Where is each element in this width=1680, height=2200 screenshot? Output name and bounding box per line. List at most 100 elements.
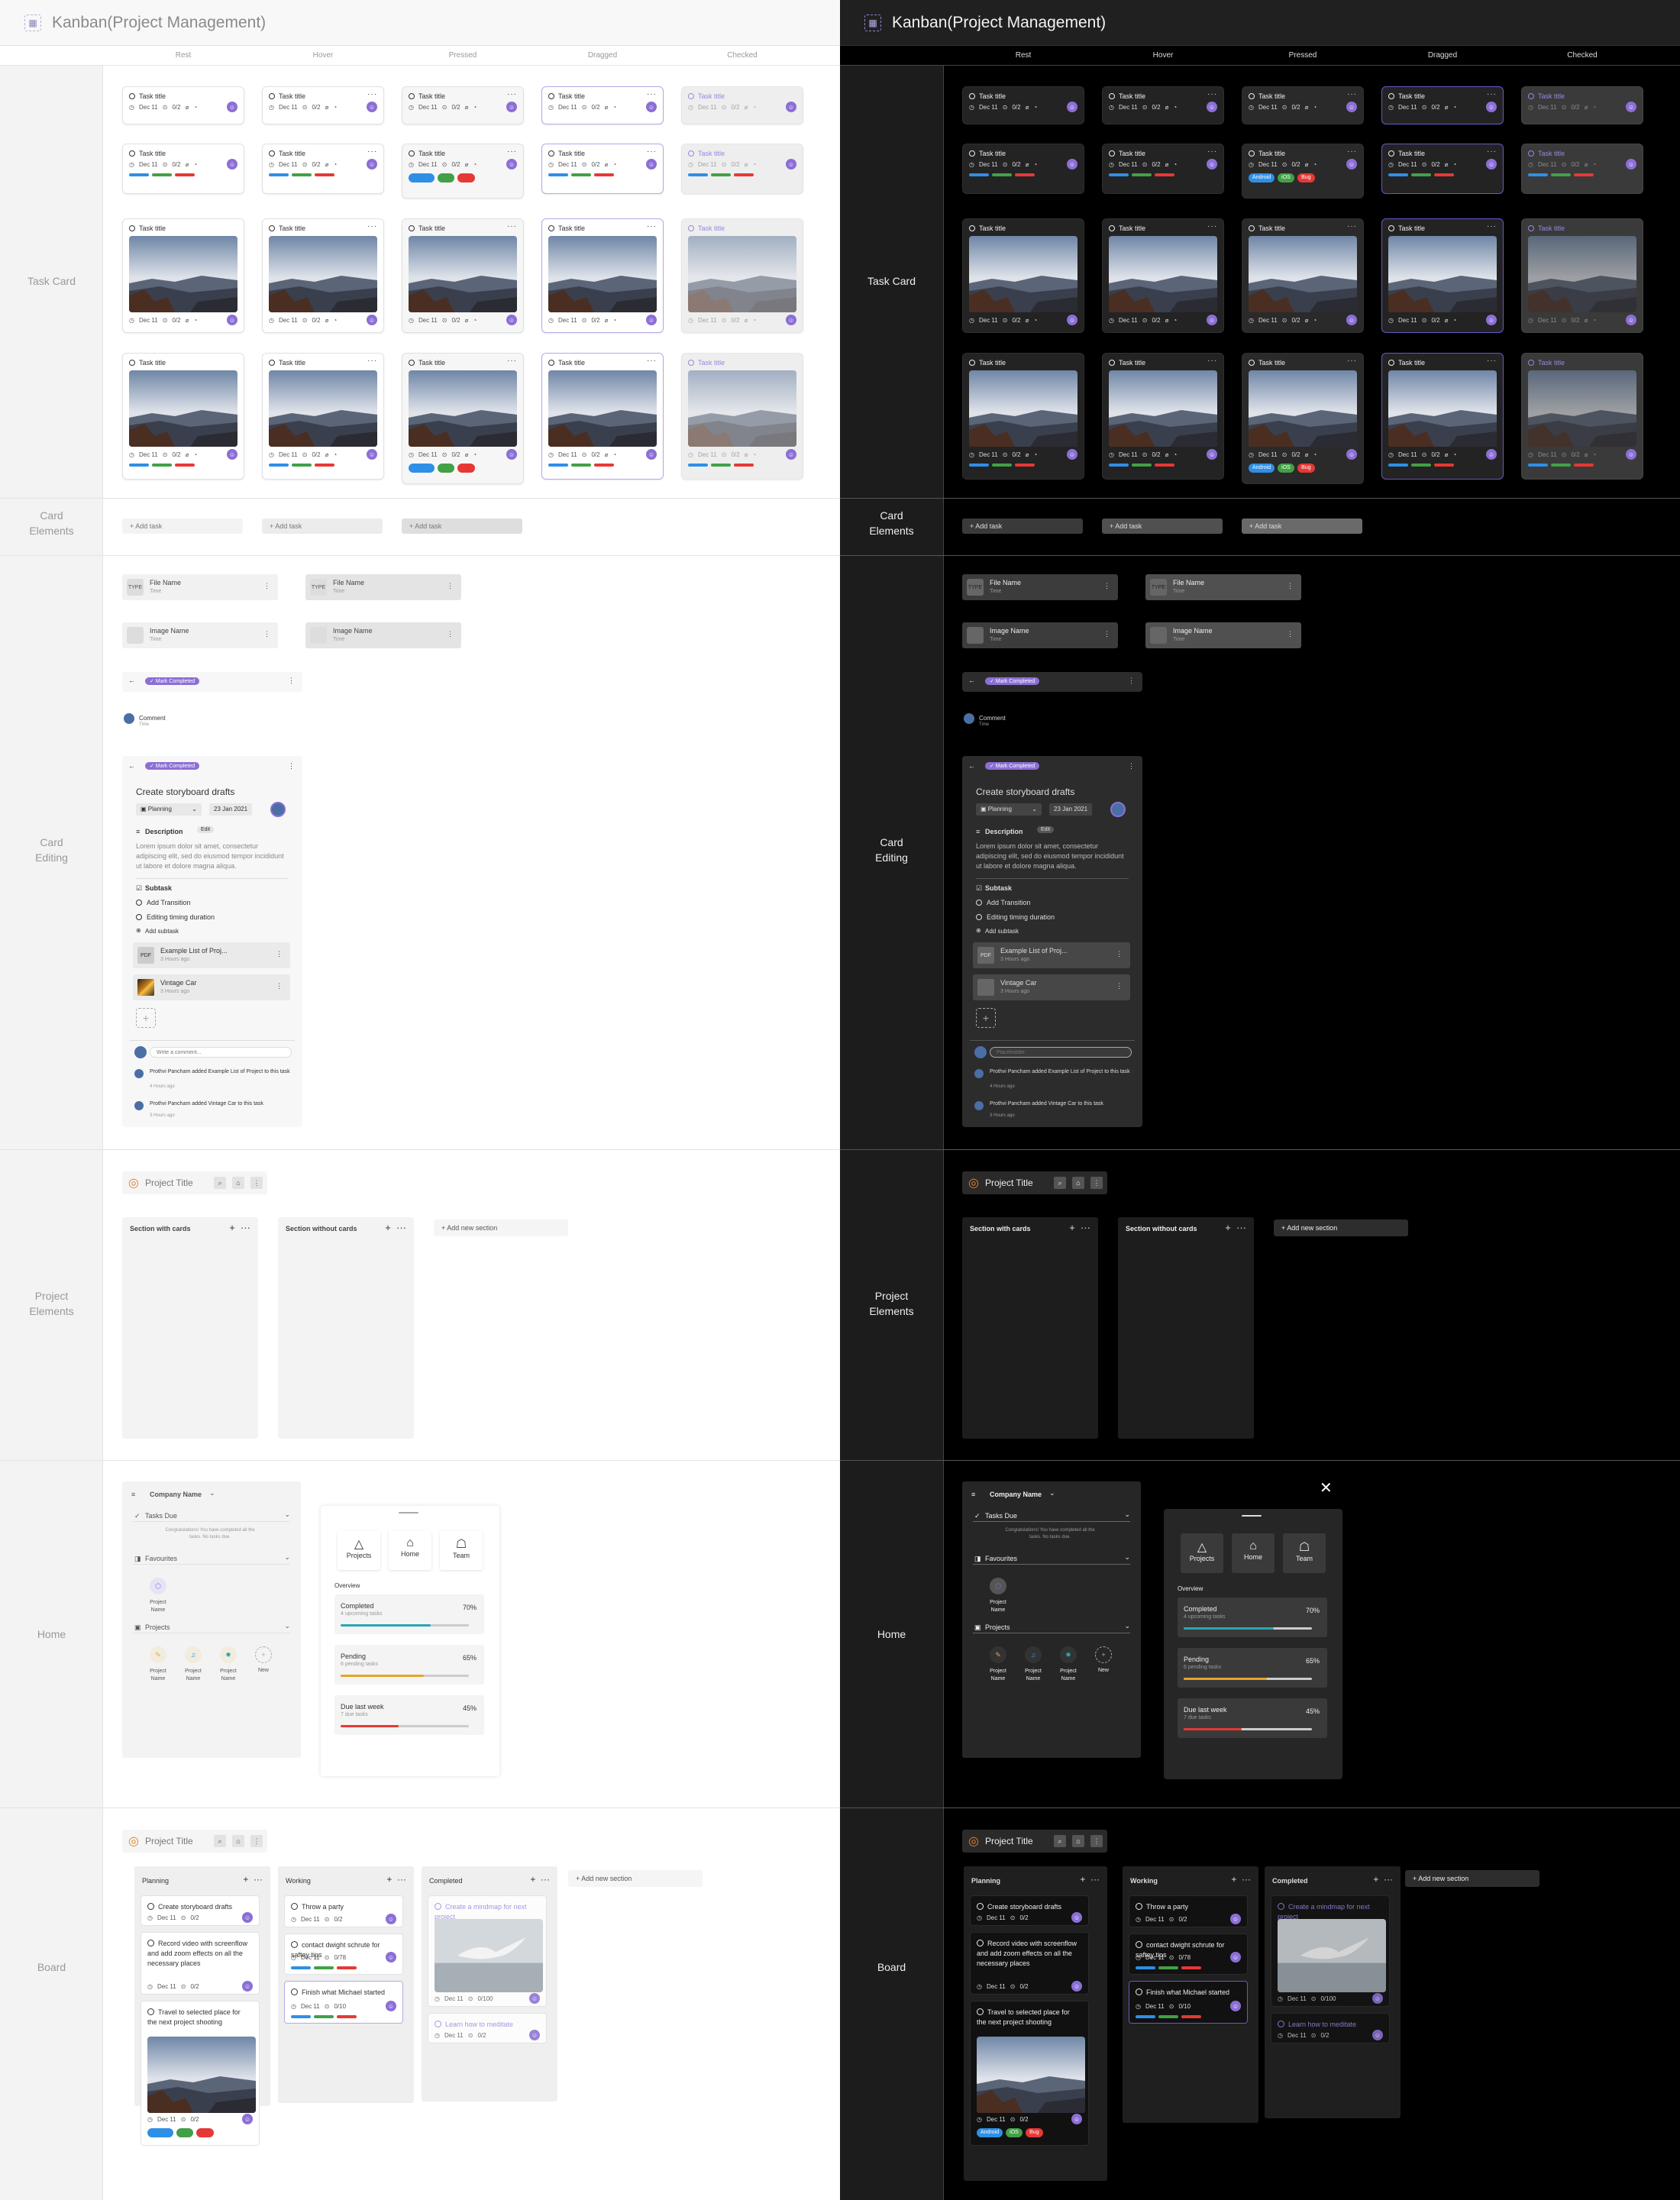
more-icon[interactable]: ··· — [647, 90, 657, 99]
more-icon[interactable]: ⋮ — [447, 582, 454, 590]
board-card[interactable]: Travel to selected place for the next pr… — [970, 2001, 1089, 2146]
home-icon[interactable]: ⌂ — [232, 1177, 244, 1189]
add-section-button[interactable]: + Add new section — [434, 1220, 568, 1236]
home-icon[interactable]: ⌂ — [1072, 1835, 1084, 1847]
tab-home[interactable]: ⌂ Home — [1232, 1533, 1275, 1573]
more-icon[interactable]: ⋮ — [288, 677, 295, 685]
assignee-avatar[interactable]: ☺ — [786, 449, 796, 460]
assignee-avatar[interactable]: ☺ — [1486, 315, 1497, 325]
more-icon[interactable]: ··· — [1487, 147, 1497, 156]
board-card[interactable]: Record video with screenflow and add zoo… — [970, 1932, 1089, 1995]
assignee-avatar[interactable]: ☺ — [1346, 102, 1357, 112]
assignee-avatar[interactable]: ☺ — [1207, 102, 1217, 112]
more-icon[interactable]: ··· — [507, 357, 517, 365]
task-card-dragged[interactable]: Task title ··· ◷ Dec 11 ⊙ 0/2 ⌀ ◔ ☺ — [1381, 218, 1504, 333]
more-icon[interactable]: ⋮ — [1116, 950, 1123, 958]
check-circle-icon[interactable] — [409, 150, 415, 157]
add-icon[interactable]: ⊕ — [136, 927, 141, 934]
sidebar-section-label[interactable]: Tasks Due — [145, 1512, 177, 1520]
back-arrow-icon[interactable]: ← — [968, 677, 975, 684]
stat-card[interactable]: Pending 6 pending tasks 65% — [334, 1645, 484, 1685]
add-section-button[interactable]: + Add new section — [1405, 1870, 1539, 1887]
attachment-item[interactable]: PDF Example List of Proj... 3 Hours ago ⋮ — [973, 942, 1130, 968]
assignee-avatar[interactable]: ☺ — [367, 315, 377, 325]
task-card-hover[interactable]: Task title ··· ◷ Dec 11 ⊙ 0/2 ⌀ ◔ ☺ — [262, 218, 384, 333]
chevron-down-icon[interactable]: ⌄ — [284, 1510, 290, 1519]
task-card-rest[interactable]: Task title ◷ Dec 11 ⊙ 0/2 ⌀ ◔ ☺ — [962, 86, 1084, 124]
assignee-avatar[interactable]: ☺ — [1067, 315, 1077, 325]
assignee-avatar[interactable]: ☺ — [786, 315, 796, 325]
tag-chip-bug[interactable]: Bug — [457, 464, 475, 473]
atom-icon[interactable]: ✹ — [220, 1646, 237, 1663]
more-icon[interactable]: ⋮ — [1116, 982, 1123, 990]
add-icon[interactable]: ⊕ — [976, 927, 981, 934]
check-circle-icon[interactable] — [409, 93, 415, 99]
assignee-avatar[interactable]: ☺ — [227, 159, 237, 170]
tag-chip-bug[interactable]: Bug — [1297, 464, 1315, 473]
task-card-pressed[interactable]: Task title ··· ◷ Dec 11 ⊙ 0/2 ⌀ ◔ ☺ Android iOS Bug — [1242, 353, 1364, 484]
assignee-avatar[interactable]: ☺ — [1067, 159, 1077, 170]
more-icon[interactable]: ··· — [647, 147, 657, 156]
assignee-avatar[interactable]: ☺ — [1207, 159, 1217, 170]
more-icon[interactable]: ⋮ — [1090, 1835, 1103, 1847]
check-circle-icon[interactable] — [269, 93, 275, 99]
check-circle-icon[interactable] — [129, 225, 135, 231]
task-card-dragged[interactable]: Task title ··· ◷ Dec 11 ⊙ 0/2 ⌀ ◔ ☺ — [541, 144, 664, 194]
image-attachment[interactable]: Image Name Time ⋮ — [122, 622, 278, 648]
more-icon[interactable]: ··· — [1207, 222, 1217, 231]
more-icon[interactable]: ··· — [1487, 90, 1497, 99]
assignee-avatar[interactable]: ☺ — [1486, 102, 1497, 112]
check-circle-icon[interactable] — [269, 225, 275, 231]
assignee-avatar[interactable]: ☺ — [1372, 2030, 1383, 2040]
board-card[interactable]: Create a mindmap for next project ◷ Dec 11… — [1271, 1895, 1390, 2007]
add-task-button[interactable]: + Add task — [1242, 519, 1362, 534]
project-cube-icon[interactable]: ⬡ — [990, 1578, 1006, 1594]
check-circle-icon[interactable] — [1528, 150, 1534, 157]
assignee-avatar[interactable]: ☺ — [646, 315, 657, 325]
assignee-avatar[interactable]: ☺ — [1230, 2001, 1241, 2011]
tag-chip-ios[interactable]: iOS — [1278, 464, 1295, 473]
section-actions[interactable]: + ··· — [385, 1222, 406, 1233]
task-card-pressed[interactable]: Task title ··· ◷ Dec 11 ⊙ 0/2 ⌀ ◔ ☺ Android iOS Bug — [1242, 144, 1364, 199]
comment-input[interactable] — [150, 1047, 292, 1058]
check-circle-icon[interactable] — [548, 360, 554, 366]
check-circle-icon[interactable] — [548, 93, 554, 99]
check-circle-icon[interactable] — [688, 93, 694, 99]
more-icon[interactable]: ⋮ — [1287, 582, 1294, 590]
subtask-checkbox[interactable] — [136, 914, 142, 920]
assignee-avatar[interactable]: ☺ — [646, 159, 657, 170]
task-card-pressed[interactable]: Task title ··· ◷ Dec 11 ⊙ 0/2 ⌀ ◔ ☺ Android iOS Bug — [402, 353, 524, 484]
check-circle-icon[interactable] — [1388, 150, 1394, 157]
column-actions[interactable]: + ··· — [1373, 1874, 1393, 1885]
board-card[interactable]: Create storyboard drafts ◷ Dec 11 ⊙ 0/2 ☺ — [970, 1895, 1089, 1926]
assignee-avatar[interactable]: ☺ — [506, 159, 517, 170]
assignee-avatar[interactable]: ☺ — [1207, 449, 1217, 460]
assignee-avatar[interactable]: ☺ — [506, 315, 517, 325]
check-circle-icon[interactable] — [409, 360, 415, 366]
more-icon[interactable]: ⋮ — [1103, 582, 1110, 590]
task-card-checked[interactable]: Task title ◷ Dec 11 ⊙ 0/2 ⌀ ◔ ☺ — [681, 353, 803, 480]
assignee-avatar[interactable]: ☺ — [1071, 1981, 1082, 1992]
search-icon[interactable]: ⌕ — [1054, 1177, 1066, 1189]
more-icon[interactable]: ⋮ — [1103, 630, 1110, 638]
board-card[interactable]: Finish what Michael started ◷ Dec 11 ⊙ 0/10 ☺ — [1129, 1981, 1248, 2024]
tag-chip-android[interactable]: Android — [409, 464, 435, 473]
more-icon[interactable]: ··· — [507, 90, 517, 99]
task-card-rest[interactable]: Task title ◷ Dec 11 ⊙ 0/2 ⌀ ◔ ☺ — [122, 218, 244, 333]
task-card-rest[interactable]: Task title ◷ Dec 11 ⊙ 0/2 ⌀ ◔ ☺ — [962, 218, 1084, 333]
more-icon[interactable]: ··· — [1347, 357, 1357, 365]
check-circle-icon[interactable] — [688, 225, 694, 231]
assignee-avatar[interactable]: ☺ — [1067, 449, 1077, 460]
more-icon[interactable]: ⋮ — [276, 950, 283, 958]
assignee-avatar[interactable]: ☺ — [1230, 1952, 1241, 1963]
assignee-avatar[interactable]: ☺ — [1626, 159, 1636, 170]
assignee-avatar[interactable]: ☺ — [227, 449, 237, 460]
tag-chip-bug[interactable]: Bug — [1297, 173, 1315, 183]
more-icon[interactable]: ··· — [1347, 222, 1357, 231]
task-card-dragged[interactable]: Task title ··· ◷ Dec 11 ⊙ 0/2 ⌀ ◔ ☺ — [1381, 86, 1504, 124]
task-card-pressed[interactable]: Task title ··· ◷ Dec 11 ⊙ 0/2 ⌀ ◔ ☺ — [402, 86, 524, 124]
more-icon[interactable]: ··· — [647, 222, 657, 231]
check-circle-icon[interactable] — [129, 93, 135, 99]
check-circle-icon[interactable] — [1109, 150, 1115, 157]
check-circle-icon[interactable] — [1528, 93, 1534, 99]
